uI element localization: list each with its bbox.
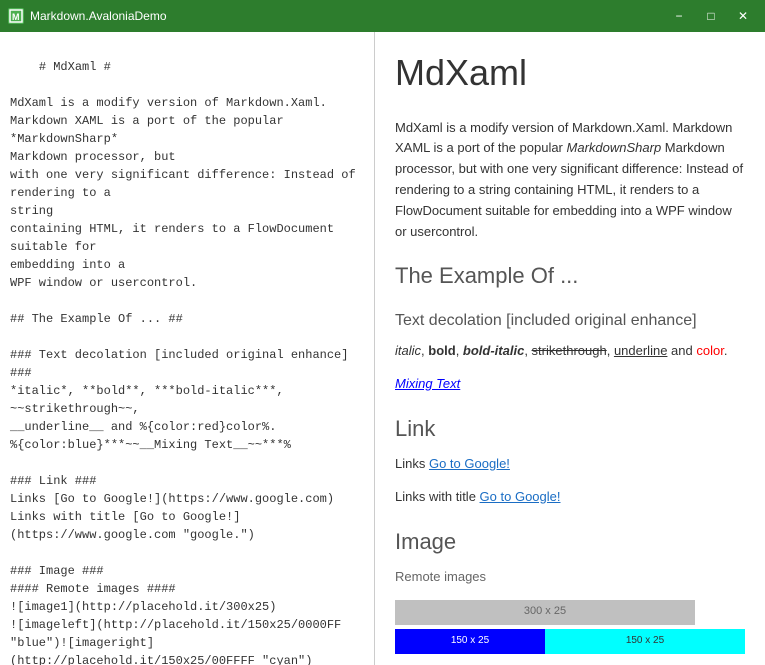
link1-prefix: Links (395, 456, 429, 471)
minimize-button[interactable]: − (665, 6, 693, 26)
text-comma-3: , (524, 343, 531, 358)
image-blue: 150 x 25 (395, 629, 545, 654)
text-decolation-paragraph: italic, bold, bold-italic, strikethrough… (395, 341, 745, 362)
mixing-text-paragraph: Mixing Text (395, 374, 745, 395)
svg-text:M: M (12, 12, 20, 22)
image-cyan: 150 x 25 (545, 629, 745, 654)
rendered-h1: MdXaml (395, 44, 745, 102)
link2[interactable]: Go to Google! (480, 489, 561, 504)
image-300x25: 300 x 25 (395, 600, 695, 625)
link-paragraph-2: Links with title Go to Google! (395, 487, 745, 508)
markdown-source-text: # MdXaml # MdXaml is a modify version of… (10, 60, 363, 665)
image-row-colored: 150 x 25 150 x 25 (395, 629, 745, 654)
rendered-h2-image: Image (395, 524, 745, 559)
text-and: and (667, 343, 696, 358)
app-icon: M (8, 8, 24, 24)
link-paragraph-1: Links Go to Google! (395, 454, 745, 475)
rendered-h3-text-decolation: Text decolation [included original enhan… (395, 308, 745, 334)
link2-prefix: Links with title (395, 489, 480, 504)
local-images-label: Local and resource images (395, 662, 745, 665)
text-bold: bold (428, 343, 455, 358)
text-color: color (696, 343, 723, 358)
rendered-h2-example: The Example Of ... (395, 258, 745, 293)
rendered-h2-link: Link (395, 411, 745, 446)
link1[interactable]: Go to Google! (429, 456, 510, 471)
intro-markdownsharp: MarkdownSharp (567, 140, 662, 155)
image-blue-label: 150 x 25 (451, 633, 489, 649)
text-italic: italic (395, 343, 421, 358)
markdown-source-panel[interactable]: # MdXaml # MdXaml is a modify version of… (0, 32, 375, 665)
text-comma-2: , (456, 343, 463, 358)
text-dot: . (724, 343, 728, 358)
image-300x25-label: 300 x 25 (524, 603, 566, 621)
text-underline: underline (614, 343, 668, 358)
maximize-button[interactable]: □ (697, 6, 725, 26)
intro-paragraph: MdXaml is a modify version of Markdown.X… (395, 118, 745, 243)
close-button[interactable]: ✕ (729, 6, 757, 26)
text-strikethrough: strikethrough (532, 343, 607, 358)
title-bar: M Markdown.AvaloniaDemo − □ ✕ (0, 0, 765, 32)
window-title: Markdown.AvaloniaDemo (30, 9, 665, 23)
image-cyan-label: 150 x 25 (626, 633, 664, 649)
mixing-text: Mixing Text (395, 376, 460, 391)
rendered-output-panel[interactable]: MdXaml MdXaml is a modify version of Mar… (375, 32, 765, 665)
text-comma-4: , (607, 343, 614, 358)
main-content: # MdXaml # MdXaml is a modify version of… (0, 32, 765, 665)
window-controls: − □ ✕ (665, 6, 757, 26)
text-bold-italic: bold-italic (463, 343, 524, 358)
remote-images-label: Remote images (395, 567, 745, 588)
